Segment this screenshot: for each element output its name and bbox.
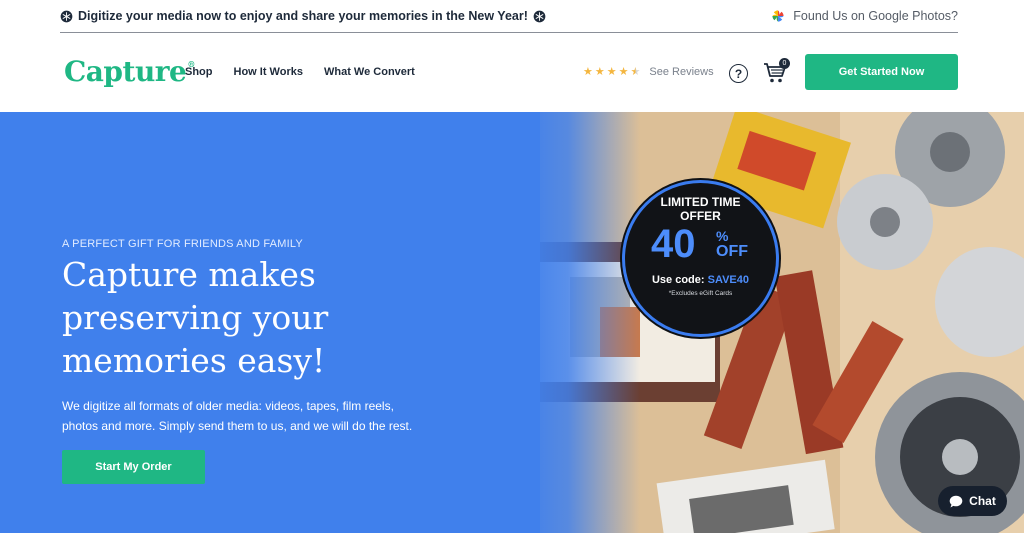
capture-logo[interactable]: Capture ® <box>64 54 195 88</box>
chat-label: Chat <box>969 494 996 508</box>
badge-note: *Excludes eGift Cards <box>668 290 733 297</box>
snowflake-icon <box>60 10 73 22</box>
promo-code: SAVE40 <box>707 274 749 286</box>
badge-line1: LIMITED TIME <box>660 195 741 209</box>
see-reviews-link[interactable]: See Reviews <box>649 66 713 78</box>
main-nav: Capture ® Shop How It Works What We Conv… <box>0 33 1024 112</box>
star-icon: ★ <box>583 65 593 78</box>
hero-body: We digitize all formats of older media: … <box>62 399 413 433</box>
google-photos-icon <box>772 10 784 22</box>
code-label: Use code: <box>651 274 705 286</box>
promo-badge: LIMITED TIME OFFER 40 % OFF Use code: SA… <box>622 180 779 337</box>
nav-link-what-we-convert[interactable]: What We Convert <box>324 66 415 78</box>
hero-section: A PERFECT GIFT FOR FRIENDS AND FAMILY Ca… <box>0 112 1024 533</box>
google-photos-link[interactable]: Found Us on Google Photos? <box>771 9 958 23</box>
discount-number: 40 <box>651 222 696 266</box>
rating-stars[interactable]: ★ ★ ★ ★ ★ See Reviews <box>583 66 714 78</box>
help-button[interactable]: ? <box>729 64 748 83</box>
announcement-bar: Digitize your media now to enjoy and sha… <box>60 0 958 33</box>
start-order-button[interactable]: Start My Order <box>62 450 205 484</box>
nav-link-how-it-works[interactable]: How It Works <box>234 66 303 78</box>
cart-count-badge: 0 <box>779 58 790 69</box>
get-started-button[interactable]: Get Started Now <box>805 54 958 90</box>
photo-fade-overlay <box>520 112 640 533</box>
star-icon: ★ <box>606 65 617 78</box>
announcement-message: Digitize your media now to enjoy and sha… <box>60 9 546 23</box>
nav-link-shop[interactable]: Shop <box>185 66 213 78</box>
badge-line2: OFFER <box>680 209 721 223</box>
promo-code-line: Use code: SAVE40 <box>625 274 776 286</box>
star-icon: ★ <box>618 65 629 78</box>
hero-headline: Capture makes preserving your memories e… <box>62 255 329 380</box>
chat-bubble-icon <box>949 495 963 507</box>
chat-button[interactable]: Chat <box>938 486 1007 516</box>
snowflake-icon <box>533 10 546 22</box>
half-star-icon: ★ <box>630 65 641 78</box>
announcement-text: Digitize your media now to enjoy and sha… <box>78 9 528 23</box>
page: Digitize your media now to enjoy and sha… <box>0 0 1024 533</box>
hero-eyebrow: A PERFECT GIFT FOR FRIENDS AND FAMILY <box>62 238 303 250</box>
discount-percent: % <box>716 228 729 244</box>
discount-off: OFF <box>716 243 748 260</box>
nav-links: Shop How It Works What We Convert <box>185 66 415 78</box>
google-photos-text: Found Us on Google Photos? <box>793 9 958 23</box>
logo-text: Capture <box>64 54 187 88</box>
star-icon: ★ <box>594 65 605 78</box>
